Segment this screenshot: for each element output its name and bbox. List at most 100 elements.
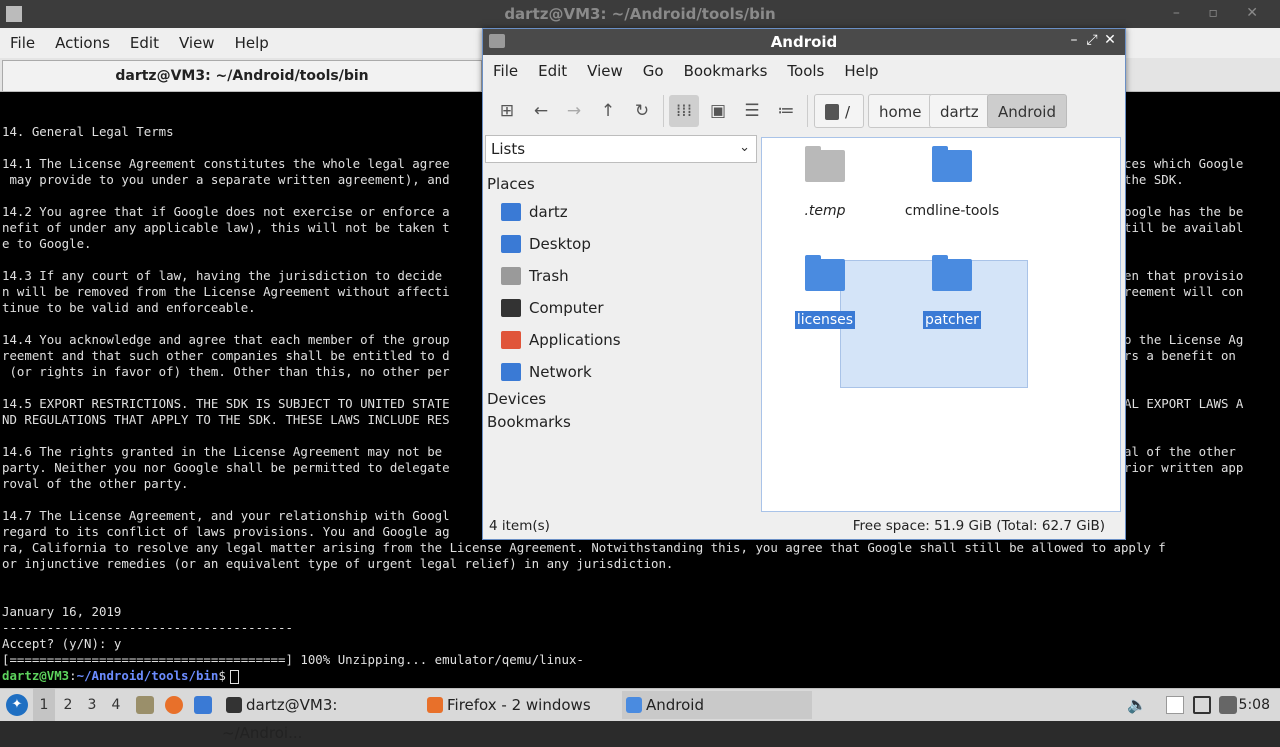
terminal-line-fragment: en that provisio xyxy=(1124,268,1244,283)
drive-icon xyxy=(825,104,839,120)
taskbar-task[interactable]: Android xyxy=(622,691,812,719)
places-item-label: Desktop xyxy=(529,235,591,253)
places-heading[interactable]: Places xyxy=(487,175,535,193)
fm-menu-edit[interactable]: Edit xyxy=(528,56,577,86)
terminal-window-title: dartz@VM3: ~/Android/tools/bin xyxy=(504,5,776,23)
folder-item[interactable]: .temp xyxy=(760,146,890,220)
folder-label: licenses xyxy=(794,311,856,329)
places-item-label: Applications xyxy=(529,331,621,349)
places-item-trash[interactable]: Trash xyxy=(499,261,749,291)
terminal-menu-help[interactable]: Help xyxy=(225,28,279,58)
breadcrumb-root[interactable]: / xyxy=(814,94,864,128)
updates-icon[interactable] xyxy=(1219,696,1237,714)
fm-menu-bookmarks[interactable]: Bookmarks xyxy=(674,56,778,86)
reload-icon[interactable]: ↻ xyxy=(627,95,657,127)
close-button[interactable]: ✕ xyxy=(1101,32,1119,48)
detailed-list-view-icon[interactable]: ≔ xyxy=(771,95,801,127)
fm-menu-tools[interactable]: Tools xyxy=(777,56,834,86)
new-tab-icon[interactable]: ⊞ xyxy=(492,95,522,127)
folder-icon xyxy=(805,146,845,182)
terminal-menu-view[interactable]: View xyxy=(169,28,225,58)
applications-icon xyxy=(501,331,521,349)
show-desktop-icon[interactable] xyxy=(136,696,154,714)
fm-menu-file[interactable]: File xyxy=(483,56,528,86)
folder-item[interactable]: licenses xyxy=(760,255,890,329)
forward-arrow-icon[interactable]: → xyxy=(559,95,589,127)
breadcrumb-dartz[interactable]: dartz xyxy=(929,94,990,128)
clock[interactable]: 5:08 xyxy=(1239,689,1270,721)
side-pane-mode-select[interactable]: Lists ⌄ xyxy=(485,135,757,163)
fm-menu-view[interactable]: View xyxy=(577,56,633,86)
volume-icon[interactable]: 🔈 xyxy=(1127,696,1147,714)
places-item-network[interactable]: Network xyxy=(499,357,749,387)
icon-view-icon[interactable]: ⁞⁞⁞ xyxy=(669,95,699,127)
places-item-dartz[interactable]: dartz xyxy=(499,197,749,227)
file-manager-window[interactable]: Android – ⤢ ✕ File Edit View Go Bookmarks Tools… xyxy=(482,28,1126,540)
desktop-icon xyxy=(501,235,521,253)
item-count: 4 item(s) xyxy=(489,518,550,534)
thumbnail-view-icon[interactable]: ▣ xyxy=(703,95,733,127)
places-item-computer[interactable]: Computer xyxy=(499,293,749,323)
maximize-button[interactable]: ⤢ xyxy=(1083,32,1101,48)
home-folder-icon xyxy=(501,203,521,221)
taskbar-task[interactable]: Firefox - 2 windows xyxy=(423,691,608,719)
prompt-user: dartz@VM3 xyxy=(2,668,70,683)
fm-menu-help[interactable]: Help xyxy=(834,56,888,86)
terminal-menu-file[interactable]: File xyxy=(0,28,45,58)
terminal-menu-edit[interactable]: Edit xyxy=(120,28,169,58)
workspace-3[interactable]: 3 xyxy=(81,689,103,721)
taskbar: ✦ 1 2 3 4 dartz@VM3: ~/Androi... Firefox … xyxy=(0,688,1280,742)
terminal-line-fragment: oogle has the be xyxy=(1124,204,1244,219)
trash-icon xyxy=(501,267,521,285)
terminal-line-fragment: o the License Ag xyxy=(1124,332,1244,347)
folder-item[interactable]: patcher xyxy=(887,255,1017,329)
workspace-2[interactable]: 2 xyxy=(57,689,79,721)
firefox-launcher-icon[interactable] xyxy=(165,696,183,714)
breadcrumb-android[interactable]: Android xyxy=(987,94,1067,128)
terminal-tab[interactable]: dartz@VM3: ~/Android/tools/bin xyxy=(2,60,482,91)
prompt-separator: : xyxy=(69,668,77,683)
prompt-path: ~/Android/tools/bin xyxy=(76,668,219,683)
prompt-symbol: $ xyxy=(218,668,226,683)
terminal-line-fragment: the SDK. xyxy=(1124,172,1184,187)
file-manager-launcher-icon[interactable] xyxy=(194,696,212,714)
bookmarks-heading[interactable]: Bookmarks xyxy=(487,413,571,431)
terminal-line-fragment: reement will con xyxy=(1124,284,1244,299)
devices-heading[interactable]: Devices xyxy=(487,390,546,408)
folder-icon xyxy=(805,255,845,291)
folder-label: .temp xyxy=(804,203,846,219)
computer-icon xyxy=(501,299,521,317)
folder-item[interactable]: cmdline-tools xyxy=(887,146,1017,220)
file-manager-titlebar[interactable]: Android – ⤢ ✕ xyxy=(483,29,1125,55)
up-arrow-icon[interactable]: ↑ xyxy=(593,95,623,127)
folder-label: cmdline-tools xyxy=(904,203,1000,219)
folder-icon xyxy=(932,146,972,182)
back-arrow-icon[interactable]: ← xyxy=(526,95,556,127)
terminal-menu-actions[interactable]: Actions xyxy=(45,28,120,58)
network-monitor-icon[interactable] xyxy=(1193,696,1211,714)
places-item-applications[interactable]: Applications xyxy=(499,325,749,355)
clipboard-icon[interactable] xyxy=(1166,696,1184,714)
terminal-prompt: dartz@VM3:~/Android/tools/bin$ xyxy=(2,668,239,684)
workspace-4[interactable]: 4 xyxy=(105,689,127,721)
start-menu-icon[interactable]: ✦ xyxy=(6,694,28,716)
places-item-label: Computer xyxy=(529,299,604,317)
folder-icon xyxy=(932,255,972,291)
terminal-titlebar[interactable]: dartz@VM3: ~/Android/tools/bin – ▫ ✕ xyxy=(0,0,1280,28)
side-pane: Lists ⌄ Places dartz Desktop Trash Computer… xyxy=(485,135,757,515)
breadcrumb-home[interactable]: home xyxy=(868,94,933,128)
terminal-icon xyxy=(226,697,242,713)
fm-menu-go[interactable]: Go xyxy=(633,56,674,86)
file-manager-toolbar: ⊞ ← → ↑ ↻ ⁞⁞⁞ ▣ ☰ ≔ / home dartz Android xyxy=(483,89,1125,133)
terminal-line-fragment: rs a benefit on xyxy=(1124,348,1236,363)
workspace-1[interactable]: 1 xyxy=(33,689,55,721)
folder-label: patcher xyxy=(923,311,981,329)
folder-view[interactable]: .temp cmdline-tools licenses patcher xyxy=(761,137,1121,512)
terminal-line-fragment: rior written app xyxy=(1124,460,1244,475)
terminal-line-fragment: till be availabl xyxy=(1124,220,1244,235)
minimize-button[interactable]: – xyxy=(1065,32,1083,48)
places-item-desktop[interactable]: Desktop xyxy=(499,229,749,259)
terminal-window-controls[interactable]: – ▫ ✕ xyxy=(1173,5,1270,21)
taskbar-task[interactable]: dartz@VM3: ~/Androi... xyxy=(222,691,412,742)
compact-view-icon[interactable]: ☰ xyxy=(737,95,767,127)
